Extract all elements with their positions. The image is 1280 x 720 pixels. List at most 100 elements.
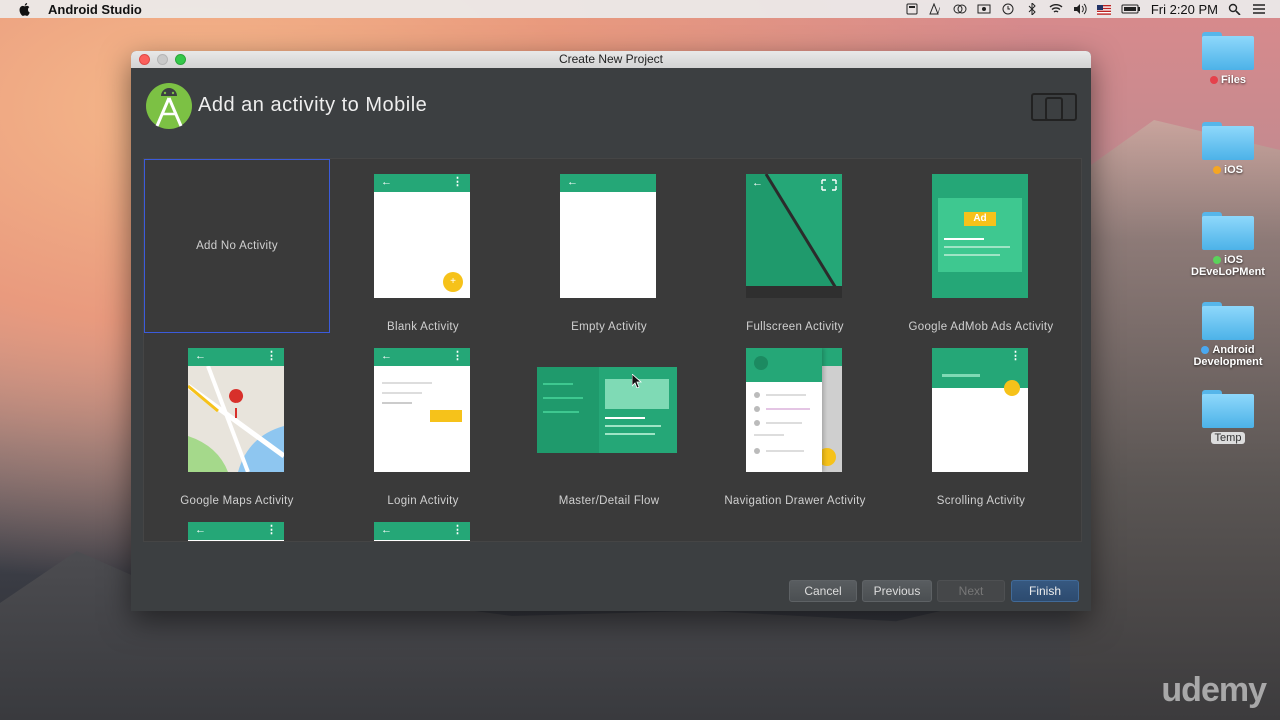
- activity-tile-google-maps[interactable]: ← ⋮ Google Maps Activity: [144, 333, 330, 507]
- bluetooth-icon[interactable]: [1025, 1, 1039, 17]
- spotlight-icon[interactable]: [1228, 3, 1242, 16]
- app-bar: ← ⋮: [374, 174, 470, 192]
- activity-gallery[interactable]: Add No Activity ← ⋮ + Blank Activity ← Em…: [143, 158, 1082, 542]
- activity-tile-fullscreen[interactable]: ← Fullscreen Activity: [702, 159, 888, 333]
- app-bar: ← ⋮: [374, 348, 470, 366]
- window-titlebar[interactable]: Create New Project: [131, 51, 1091, 68]
- maps-activity-preview: ← ⋮: [188, 348, 284, 472]
- menu-bar: Android Studio / Fri 2:20 PM: [0, 0, 1280, 18]
- overflow-menu-icon: ⋮: [1010, 350, 1021, 362]
- wifi-icon[interactable]: [1049, 3, 1063, 15]
- folder-icon: [1202, 122, 1254, 160]
- fab-icon: +: [443, 272, 463, 292]
- battery-icon[interactable]: [1121, 3, 1140, 15]
- mobile-tablet-icon: [1031, 93, 1077, 121]
- finish-button[interactable]: Finish: [1011, 580, 1079, 602]
- back-arrow-icon: ←: [195, 524, 206, 536]
- android-studio-logo-icon: [146, 83, 192, 129]
- close-button[interactable]: [139, 54, 150, 65]
- map-graphic: [188, 365, 284, 472]
- desktop-folder-files[interactable]: Files: [1183, 32, 1273, 86]
- battery-charging-icon[interactable]: [905, 3, 919, 15]
- desktop-folder-label: iOS: [1224, 164, 1243, 176]
- previous-button[interactable]: Previous: [862, 580, 932, 602]
- activity-label: Navigation Drawer Activity: [724, 495, 866, 507]
- back-arrow-icon: ←: [381, 176, 392, 188]
- back-arrow-icon: ←: [381, 524, 392, 536]
- activity-tile-scrolling[interactable]: ⋮ Scrolling Activity: [888, 333, 1074, 507]
- activity-preview: ← ⋮: [374, 522, 470, 541]
- page-title: Add an activity to Mobile: [198, 94, 428, 116]
- app-menu-name[interactable]: Android Studio: [48, 2, 142, 17]
- fab-icon: [1004, 380, 1020, 396]
- activity-label: Google Maps Activity: [180, 495, 294, 507]
- screen-record-icon[interactable]: [977, 3, 991, 15]
- tag-dot: [1213, 256, 1222, 265]
- fullscreen-preview-graphic: ←: [746, 174, 842, 298]
- minimize-button[interactable]: [157, 54, 168, 65]
- activity-preview: ← ⋮: [188, 522, 284, 541]
- fullscreen-activity-preview: ←: [746, 174, 842, 298]
- app-bar: ← ⋮: [188, 348, 284, 366]
- activity-tile-add-no-activity[interactable]: Add No Activity: [144, 159, 330, 333]
- notification-center-icon[interactable]: [1252, 3, 1266, 15]
- desktop-folder-temp[interactable]: Temp: [1183, 390, 1273, 444]
- nav-drawer-preview: [746, 348, 842, 472]
- us-flag-icon[interactable]: [1096, 3, 1111, 15]
- svg-text:←: ←: [752, 177, 763, 189]
- login-button-preview: [430, 410, 462, 422]
- activity-label: Empty Activity: [571, 321, 647, 333]
- zoom-button[interactable]: [175, 54, 186, 65]
- desktop-folder-label: iOS DEveLoPMent: [1191, 254, 1265, 278]
- svg-text:/: /: [938, 8, 940, 15]
- activity-tile-partial-1[interactable]: ← ⋮: [144, 507, 330, 541]
- drawer-panel: [746, 348, 822, 472]
- apple-icon[interactable]: [18, 2, 32, 16]
- tag-dot: [1209, 76, 1218, 85]
- next-button[interactable]: Next: [937, 580, 1005, 602]
- window-title: Create New Project: [558, 52, 664, 66]
- activity-label: Fullscreen Activity: [746, 321, 844, 333]
- activity-label: Add No Activity: [196, 240, 278, 252]
- activity-tile-admob[interactable]: Ad Google AdMob Ads Activity: [888, 159, 1074, 333]
- mouse-cursor-icon: [632, 374, 642, 388]
- activity-label: Scrolling Activity: [936, 495, 1026, 507]
- activity-label: Blank Activity: [387, 321, 459, 333]
- folder-icon: [1202, 32, 1254, 70]
- app-bar: ←: [560, 174, 656, 192]
- desktop-folder-android-development[interactable]: Android Development: [1183, 302, 1273, 368]
- empty-activity-preview: ←: [560, 174, 656, 298]
- creative-cloud-icon[interactable]: [953, 3, 967, 15]
- activity-label: Google AdMob Ads Activity: [908, 321, 1054, 333]
- activity-tile-master-detail[interactable]: Master/Detail Flow: [516, 333, 702, 507]
- activity-label: Master/Detail Flow: [558, 495, 660, 507]
- overflow-menu-icon: ⋮: [266, 524, 277, 536]
- app-bar: ← ⋮: [374, 522, 470, 540]
- app-bar: ← ⋮: [188, 522, 284, 540]
- back-arrow-icon: ←: [567, 176, 578, 188]
- overflow-menu-icon: ⋮: [266, 350, 277, 362]
- volume-icon[interactable]: [1073, 3, 1087, 15]
- udemy-watermark: udemy: [1161, 671, 1267, 709]
- scrolling-activity-preview: ⋮: [932, 348, 1028, 472]
- tag-dot: [1201, 346, 1210, 355]
- activity-tile-navigation-drawer[interactable]: Navigation Drawer Activity: [702, 333, 888, 507]
- menu-clock[interactable]: Fri 2:20 PM: [1151, 2, 1218, 17]
- desktop-folder-ios-development[interactable]: iOS DEveLoPMent: [1183, 212, 1273, 278]
- ad-badge: Ad: [964, 212, 996, 226]
- desktop-folder-ios[interactable]: iOS: [1183, 122, 1273, 176]
- activity-tile-empty[interactable]: ← Empty Activity: [516, 159, 702, 333]
- dialog-header: Add an activity to Mobile: [131, 68, 1091, 148]
- cancel-button[interactable]: Cancel: [789, 580, 857, 602]
- master-detail-preview: [537, 367, 677, 453]
- status-area: / Fri 2:20 PM: [905, 0, 1266, 18]
- overflow-menu-icon: ⋮: [452, 176, 463, 188]
- back-arrow-icon: ←: [195, 350, 206, 362]
- activity-tile-partial-2[interactable]: ← ⋮: [330, 507, 516, 541]
- adobe-icon[interactable]: /: [929, 2, 943, 15]
- desktop-folder-label: Temp: [1210, 432, 1246, 444]
- back-arrow-icon: ←: [381, 350, 392, 362]
- activity-tile-blank[interactable]: ← ⋮ + Blank Activity: [330, 159, 516, 333]
- activity-tile-login[interactable]: ← ⋮ Login Activity: [330, 333, 516, 507]
- time-machine-icon[interactable]: [1001, 3, 1015, 15]
